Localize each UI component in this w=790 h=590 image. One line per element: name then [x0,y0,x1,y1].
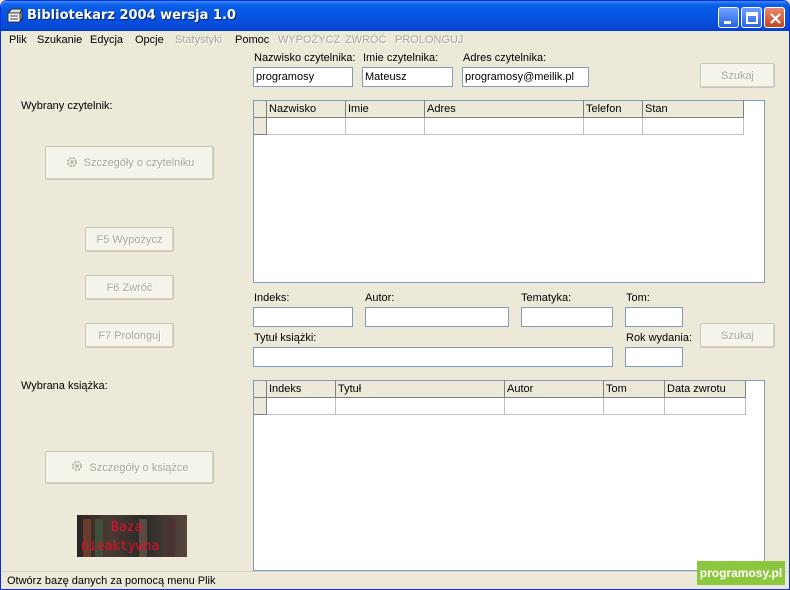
menu-prolonguj[interactable]: PROLONGUJ [395,34,463,46]
row-header[interactable] [254,118,267,135]
badge-line2: nieaktywna [81,539,160,554]
book-col-tom[interactable]: Tom [604,381,665,398]
maximize-button[interactable] [741,7,762,28]
table-cell[interactable] [346,118,425,135]
close-button[interactable] [764,7,785,28]
close-icon [770,13,781,24]
menu-edycja[interactable]: Edycja [90,34,123,46]
reader-search-button[interactable]: Szukaj [700,63,775,88]
menu-opcje[interactable]: Opcje [135,34,164,46]
table-cell[interactable] [267,118,346,135]
book-year-field[interactable] [625,347,683,367]
book-volume-label: Tom: [626,292,650,304]
reader-details-label: Szczegóły o czytelniku [83,157,195,169]
table-row[interactable] [254,398,746,415]
reader-col-adres[interactable]: Adres [425,101,584,118]
watermark-text: programosy.pl [699,566,783,580]
prolong-button[interactable]: F7 Prolonguj [85,323,174,348]
lend-button-label: F5 Wypożycz [96,233,163,246]
reader-col-telefon[interactable]: Telefon [584,101,643,118]
table-cell[interactable] [584,118,643,135]
badge-line1: Baza [111,520,143,535]
book-spine [167,519,175,557]
reader-col-nazwisko[interactable]: Nazwisko [267,101,346,118]
book-col-tytul[interactable]: Tytuł [336,381,505,398]
selected-reader-label: Wybrany czytelnik: [21,100,113,112]
selected-book-label: Wybrana książka: [21,380,108,392]
reader-name-field[interactable]: Mateusz [362,67,453,87]
book-year-label: Rok wydania: [626,332,693,344]
book-search-button[interactable]: Szukaj [700,323,775,348]
book-title-field[interactable] [253,347,613,367]
window-title: Bibliotekarz 2004 wersja 1.0 [27,8,236,23]
reader-search-button-label: Szukaj [720,69,755,82]
database-inactive-badge: Baza nieaktywna [77,515,187,557]
table-row[interactable] [254,118,744,135]
menu-wypozycz[interactable]: WYPOŻYCZ [278,34,340,46]
watermark-badge: programosy.pl [697,561,785,585]
return-button[interactable]: F6 Zwróć [85,275,174,300]
prolong-button-label: F7 Prolonguj [98,329,161,342]
reader-grid-header: Nazwisko Imie Adres Telefon Stan [254,101,744,118]
menu-zwroc[interactable]: ZWRÓĆ [345,34,387,46]
table-cell[interactable] [643,118,744,135]
book-index-field[interactable] [253,307,353,327]
book-search-button-label: Szukaj [720,329,755,342]
table-cell[interactable] [267,398,336,415]
minimize-button[interactable] [718,7,739,28]
reader-surname-label: Nazwisko czytelnika: [254,52,356,64]
title-bar[interactable]: Bibliotekarz 2004 wersja 1.0 [1,1,789,31]
row-header[interactable] [254,398,267,415]
book-col-autor[interactable]: Autor [505,381,604,398]
book-volume-field[interactable] [625,307,683,327]
reader-surname-field[interactable]: programosy [253,67,353,87]
book-details-button[interactable]: Szczegóły o książce [45,451,214,484]
lend-button[interactable]: F5 Wypożycz [85,227,174,252]
book-author-field[interactable] [365,307,509,327]
reader-name-label: Imie czytelnika: [363,52,439,64]
book-col-data-zwrotu[interactable]: Data zwrotu [665,381,746,398]
menu-plik[interactable]: Plik [9,34,27,46]
table-cell[interactable] [336,398,505,415]
status-bar: Otwórz bazę danych za pomocą menu Plik [1,571,789,589]
table-cell[interactable] [604,398,665,415]
minimize-icon [724,21,731,24]
reader-address-field[interactable]: programosy@meilik.pl [462,67,589,87]
reader-grid[interactable]: Nazwisko Imie Adres Telefon Stan [253,100,765,283]
gear-icon [65,155,79,172]
reader-col-imie[interactable]: Imie [346,101,425,118]
reader-col-stan[interactable]: Stan [643,101,744,118]
books-icon [6,8,23,24]
book-subject-field[interactable] [521,307,613,327]
table-cell[interactable] [425,118,584,135]
table-cell[interactable] [505,398,604,415]
book-grid-header: Indeks Tytuł Autor Tom Data zwrotu [254,381,746,398]
book-col-indeks[interactable]: Indeks [267,381,336,398]
app-window: Bibliotekarz 2004 wersja 1.0 Plik Szukan… [0,0,790,590]
book-title-label: Tytuł książki: [254,332,317,344]
grid-corner [254,381,267,398]
gear-icon [70,459,84,476]
status-text: Otwórz bazę danych za pomocą menu Plik [7,575,216,587]
reader-address-label: Adres czytelnika: [463,52,547,64]
book-grid[interactable]: Indeks Tytuł Autor Tom Data zwrotu [253,380,765,571]
menu-szukanie[interactable]: Szukanie [37,34,82,46]
table-cell[interactable] [665,398,746,415]
reader-details-button[interactable]: Szczegóły o czytelniku [45,146,214,180]
menu-statystyki[interactable]: Statystyki [175,34,222,46]
book-details-label: Szczegóły o książce [89,461,189,474]
menu-pomoc[interactable]: Pomoc [235,34,269,46]
book-index-label: Indeks: [254,292,290,304]
book-subject-label: Tematyka: [521,292,572,304]
menu-bar: Plik Szukanie Edycja Opcje Statystyki Po… [1,31,789,49]
return-button-label: F6 Zwróć [106,281,153,294]
book-author-label: Autor: [365,292,395,304]
grid-corner [254,101,267,118]
maximize-icon [746,12,758,24]
